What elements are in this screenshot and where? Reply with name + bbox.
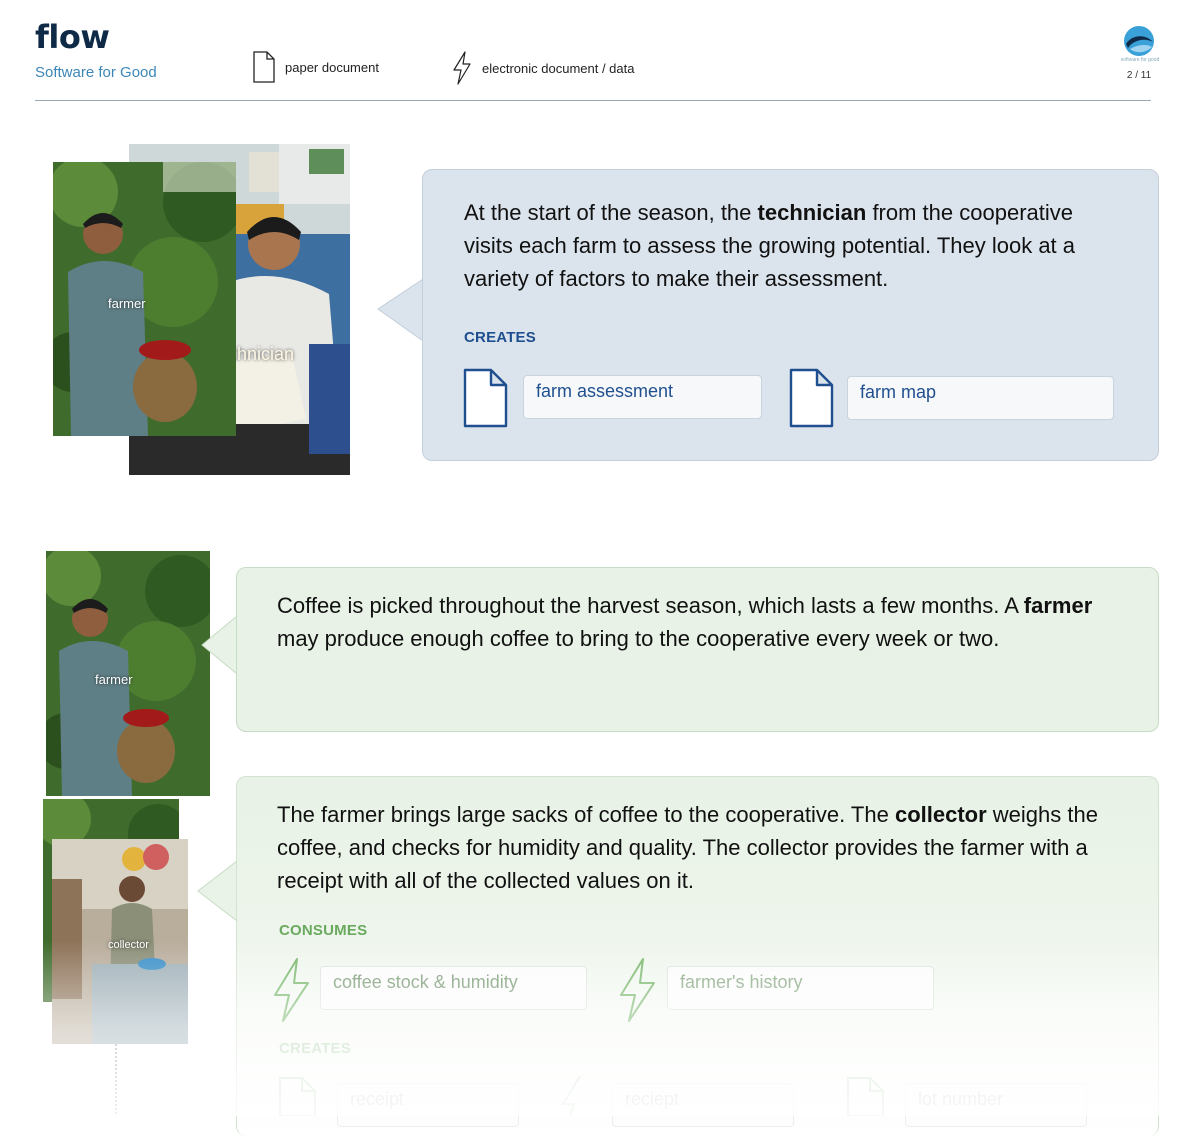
app-logo-title: flow <box>35 18 110 56</box>
lightning-icon <box>274 958 309 1022</box>
step-collector-text: The farmer brings large sacks of coffee … <box>277 802 1098 893</box>
card-pointer <box>197 860 238 922</box>
creates-label: CREATES <box>464 329 536 346</box>
output-receipt[interactable]: receipt <box>337 1083 519 1127</box>
step-farmer-text: Coffee is picked throughout the harvest … <box>277 593 1093 651</box>
card-pointer <box>201 615 238 675</box>
lightning-icon <box>561 1075 581 1116</box>
paper-document-icon <box>463 368 508 428</box>
farmer-photo: farmer <box>53 162 236 436</box>
output-reciept[interactable]: reciept <box>612 1083 794 1127</box>
brand-tagline: software for good <box>1120 57 1160 63</box>
legend-electronic-label: electronic document / data <box>482 60 635 76</box>
input-farmers-history[interactable]: farmer's history <box>667 966 934 1010</box>
paper-document-icon <box>847 1077 884 1116</box>
output-farm-assessment[interactable]: farm assessment <box>523 375 762 419</box>
role-collector: collector <box>894 802 987 827</box>
output-farm-map[interactable]: farm map <box>847 376 1114 420</box>
input-coffee-stock-humidity[interactable]: coffee stock & humidity <box>320 966 587 1010</box>
collector-photo-label: collector <box>108 939 149 951</box>
lightning-icon <box>620 958 655 1022</box>
output-lot-number[interactable]: lot number <box>905 1083 1087 1127</box>
flow-connector <box>115 1044 117 1114</box>
role-technician: technician <box>757 200 867 225</box>
collector-photo: collector <box>52 839 188 1044</box>
legend-paper-document: paper document <box>252 50 379 84</box>
creates-label: CREATES <box>279 1040 351 1057</box>
paper-document-icon <box>253 51 275 83</box>
farmer-photo: farmer <box>46 551 210 796</box>
card-pointer <box>377 278 424 342</box>
legend-electronic-document: electronic document / data <box>451 50 634 86</box>
lightning-icon <box>453 51 471 85</box>
farmer-photo-label: farmer <box>95 672 133 687</box>
consumes-label: CONSUMES <box>279 922 368 939</box>
app-logo-subtitle: Software for Good <box>35 64 157 81</box>
paper-document-icon <box>279 1077 316 1116</box>
brand-logo-icon <box>1124 26 1154 56</box>
legend-paper-label: paper document <box>285 59 379 75</box>
farmer-photo-label: farmer <box>108 296 146 311</box>
step-technician-text: At the start of the season, the technici… <box>464 200 1076 291</box>
header-divider <box>35 100 1151 101</box>
page-number: 2 / 11 <box>1126 70 1152 81</box>
role-farmer: farmer <box>1023 593 1093 618</box>
paper-document-icon <box>789 368 834 428</box>
